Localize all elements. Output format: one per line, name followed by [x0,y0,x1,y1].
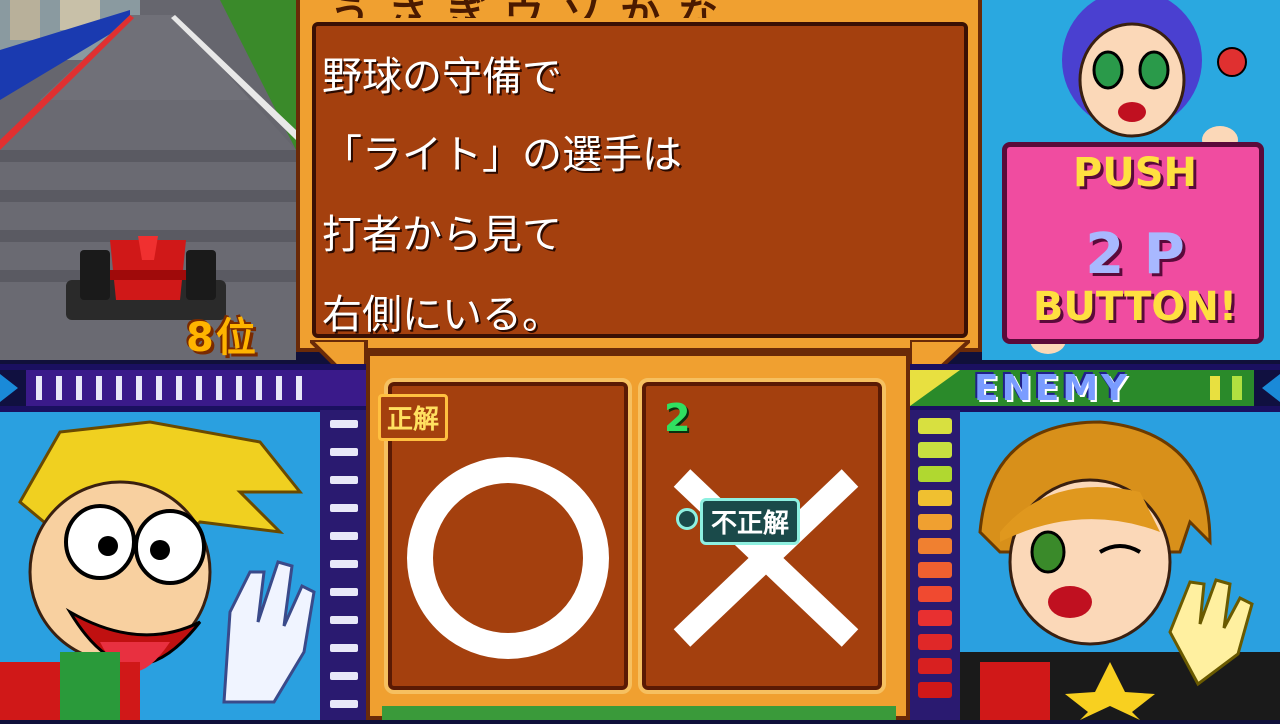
correct-answer-tag: 正解 [378,394,449,441]
question-line-4: 右側にいる。 [322,292,562,338]
question-header: うさぎウソかな [330,0,950,18]
button-text: BUTTON! [1032,284,1238,330]
cross-vote-count: 2 [664,396,691,440]
player1-meter-ticks [0,370,366,406]
enemy-vertical-segments [918,418,952,698]
player1-vertical-segments [330,420,358,708]
player1-portrait [0,412,320,720]
player1-meter-bar [0,364,366,412]
enemy-character-art [960,412,1280,720]
player2-text: 2 P [1085,222,1185,287]
bottom-status-strip [382,706,896,720]
push-text: PUSH [1072,150,1198,196]
question-line-2: 「ライト」の選手は [322,132,682,178]
question-line-1: 野球の守備で [322,54,562,100]
race-position-label: 8位 [186,315,258,361]
question-line-3: 打者から見て [322,212,562,258]
player1-vertical-meter [320,410,366,720]
enemy-vertical-meter [910,410,960,720]
enemy-portrait [960,412,1280,720]
wrong-answer-tag: 不正解 [700,498,801,545]
enemy-label: ENEMY [974,368,1131,409]
wrong-tag-pin-icon [676,508,698,530]
player1-character-art [0,412,320,720]
